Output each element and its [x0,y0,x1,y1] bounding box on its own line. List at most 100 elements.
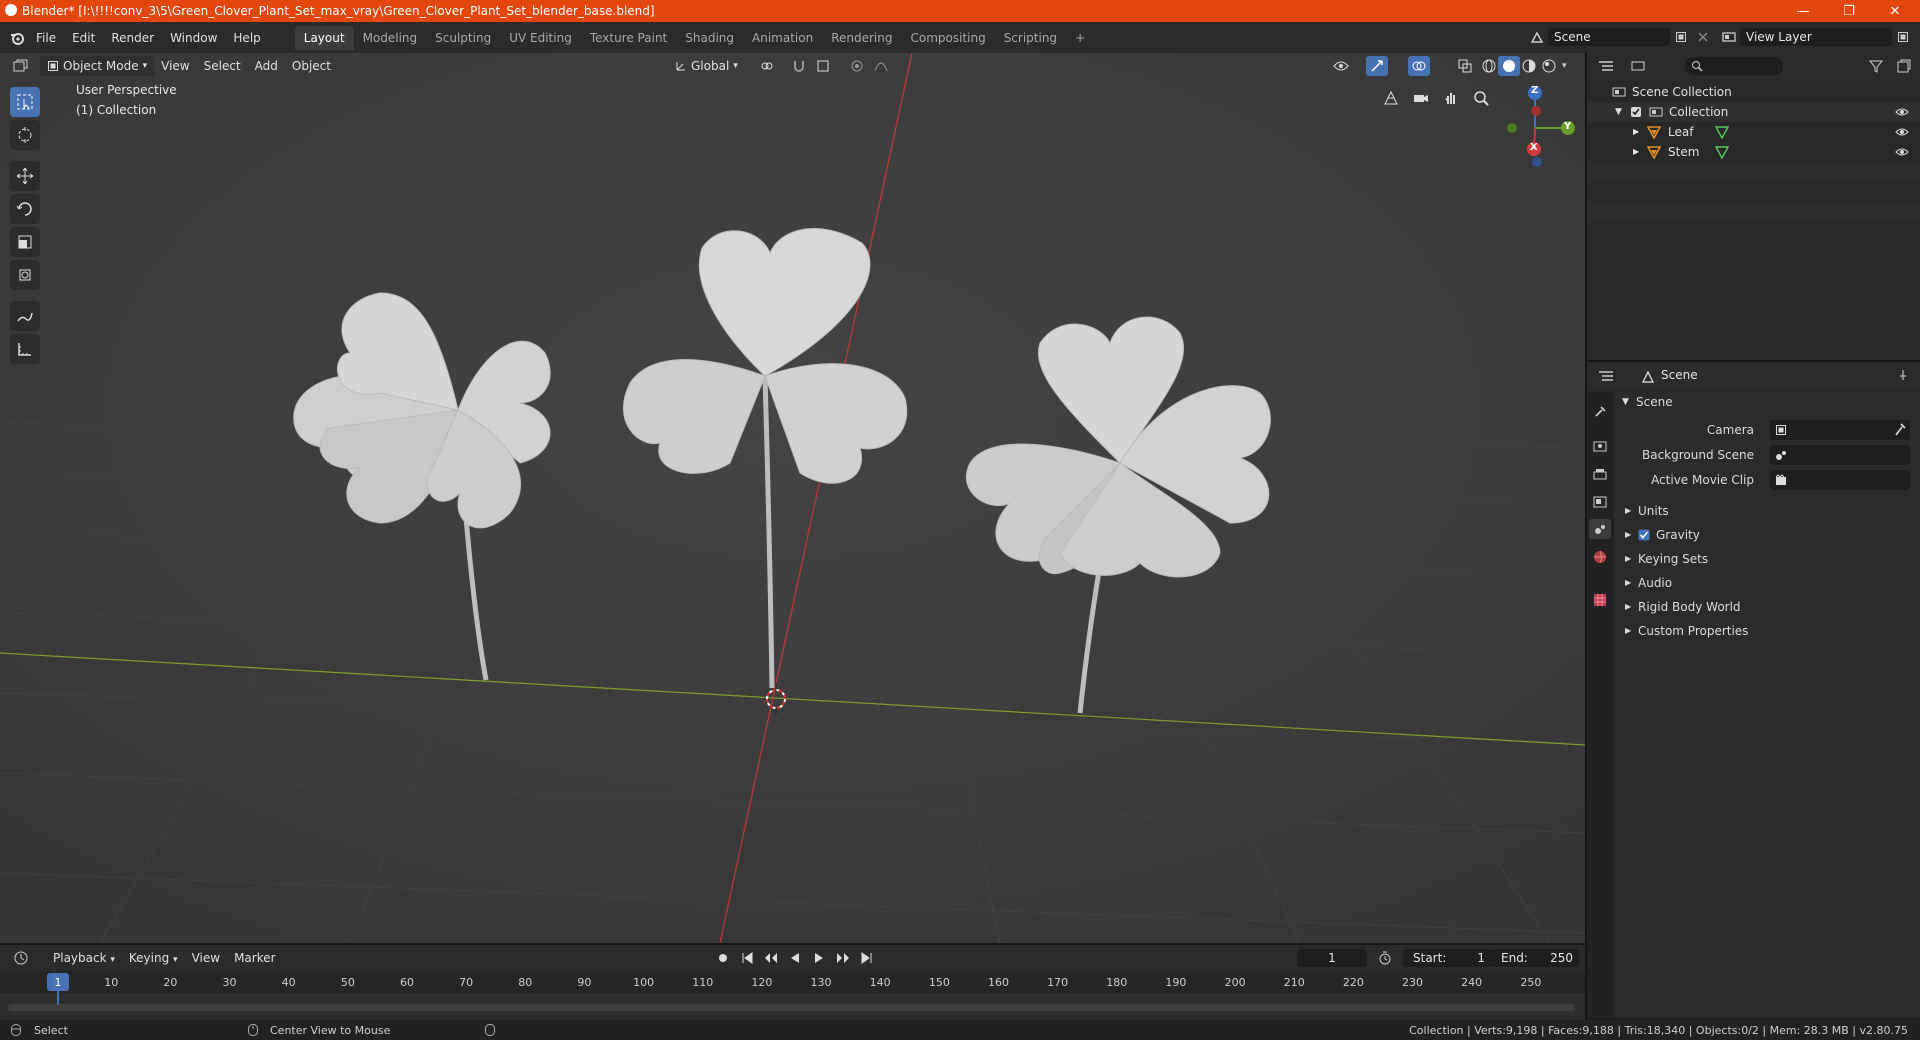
camera-view-icon[interactable] [1410,88,1432,108]
audio-section[interactable]: ▶ Audio [1614,571,1920,595]
select-box-tool[interactable] [10,87,40,117]
tab-texture-paint[interactable]: Texture Paint [581,26,676,50]
output-tab-icon[interactable] [1589,464,1611,484]
view-layer-field[interactable]: View Layer [1740,28,1892,46]
gizmos-icon[interactable] [1366,56,1388,76]
rendered-shading-icon[interactable] [1538,56,1560,76]
texture-tab-icon[interactable] [1589,590,1611,610]
tool-tab-icon[interactable] [1589,402,1611,422]
tab-uv-editing[interactable]: UV Editing [500,26,581,50]
view-layer-icon[interactable] [1718,27,1740,47]
menu-edit[interactable]: Edit [64,27,103,49]
eye-icon[interactable] [1895,126,1909,138]
gravity-checkbox-icon[interactable] [1638,529,1650,541]
pivot-point-icon[interactable] [756,56,778,76]
add-workspace-button[interactable]: + [1066,26,1094,50]
zoom-view-icon[interactable] [1470,88,1492,108]
viewport-menu-view[interactable]: View [154,56,196,76]
delete-scene-icon[interactable] [1692,27,1714,47]
delete-view-layer-icon[interactable] [1914,27,1920,47]
timeline-keyframe-area[interactable] [0,991,1585,1015]
navigation-gizmo[interactable]: Z Y X [1490,83,1580,173]
menu-file[interactable]: File [28,27,64,49]
filter-icon[interactable] [1865,56,1887,76]
outliner-row-leaf[interactable]: ▶ Leaf [1587,122,1920,142]
outliner-search-input[interactable] [1685,57,1783,75]
new-collection-icon[interactable] [1893,56,1915,76]
viewport-menu-object[interactable]: Object [285,56,338,76]
play-icon[interactable] [808,948,830,968]
units-section[interactable]: ▶ Units [1614,499,1920,523]
new-scene-icon[interactable] [1670,27,1692,47]
toggle-perspective-icon[interactable] [1380,88,1402,108]
chevron-down-icon[interactable]: ▾ [1562,61,1567,71]
wireframe-shading-icon[interactable] [1478,56,1500,76]
current-frame-field[interactable]: 1 [1297,949,1367,967]
solid-shading-icon[interactable] [1498,56,1520,76]
keying-sets-section[interactable]: ▶ Keying Sets [1614,547,1920,571]
display-mode-icon[interactable] [1627,56,1649,76]
maximize-button[interactable]: ❐ [1826,0,1872,22]
rotate-tool[interactable] [10,194,40,224]
timeline-menu-keying[interactable]: Keying ▾ [122,948,185,968]
blender-menu-icon[interactable] [6,28,28,48]
tab-rendering[interactable]: Rendering [822,26,901,50]
xray-icon[interactable] [1454,56,1476,76]
expand-triangle-icon[interactable]: ▶ [1633,142,1639,162]
camera-field[interactable] [1770,420,1910,440]
record-icon[interactable] [712,948,734,968]
timeline-editor-type-icon[interactable] [10,948,32,968]
eye-icon[interactable] [1895,146,1909,158]
visibility-icon[interactable] [1330,56,1352,76]
background-scene-field[interactable] [1770,445,1910,465]
overlays-icon[interactable] [1408,56,1430,76]
expand-triangle-icon[interactable]: ▶ [1633,122,1639,142]
material-shading-icon[interactable] [1518,56,1540,76]
timeline-menu-view[interactable]: View [185,948,227,968]
tab-shading[interactable]: Shading [676,26,743,50]
proportional-edit-icon[interactable] [846,56,868,76]
scene-tab-icon[interactable] [1589,519,1611,539]
tab-sculpting[interactable]: Sculpting [426,26,500,50]
snap-target-icon[interactable] [812,56,834,76]
move-tool[interactable] [10,161,40,191]
custom-properties-section[interactable]: ▶ Custom Properties [1614,619,1920,643]
outliner-editor-type-icon[interactable] [1595,56,1617,76]
tab-scripting[interactable]: Scripting [995,26,1066,50]
jump-start-icon[interactable] [736,948,758,968]
menu-help[interactable]: Help [225,27,268,49]
tab-compositing[interactable]: Compositing [901,26,994,50]
active-movie-clip-field[interactable] [1770,470,1910,490]
falloff-icon[interactable] [870,56,892,76]
cursor-tool[interactable] [10,120,40,150]
new-view-layer-icon[interactable] [1892,27,1914,47]
measure-tool[interactable] [10,334,40,364]
prev-keyframe-icon[interactable] [760,948,782,968]
pan-view-icon[interactable] [1440,88,1462,108]
render-tab-icon[interactable] [1589,436,1611,456]
timeline-menu-marker[interactable]: Marker [227,948,282,968]
next-keyframe-icon[interactable] [832,948,854,968]
world-tab-icon[interactable] [1589,547,1611,567]
mesh-data-icon[interactable] [1715,145,1729,159]
exclude-checkbox-icon[interactable] [1630,106,1642,118]
minimize-button[interactable]: — [1780,0,1826,22]
eye-icon[interactable] [1895,106,1909,118]
timeline-ruler[interactable]: 1 10 20 30 40 50 60 70 80 90 100 110 120 130 140 150 160… [0,971,1585,993]
scene-selector-icon[interactable] [1526,27,1548,47]
properties-editor-type-icon[interactable] [1595,366,1617,386]
close-button[interactable]: ✕ [1872,0,1918,22]
mode-dropdown[interactable]: Object Mode ▾ [40,56,155,76]
viewport-menu-select[interactable]: Select [197,56,248,76]
snap-icon[interactable] [788,56,810,76]
timeline-scrollbar[interactable] [8,1004,1574,1011]
tab-animation[interactable]: Animation [743,26,822,50]
menu-render[interactable]: Render [103,27,162,49]
outliner-row-stem[interactable]: ▶ Stem [1587,142,1920,162]
playhead-line[interactable] [57,991,59,1005]
annotate-tool[interactable] [10,301,40,331]
preview-range-icon[interactable] [1374,948,1396,968]
disclosure-triangle-icon[interactable]: ▼ [1615,102,1622,122]
editor-type-icon[interactable] [10,56,32,76]
menu-window[interactable]: Window [162,27,225,49]
